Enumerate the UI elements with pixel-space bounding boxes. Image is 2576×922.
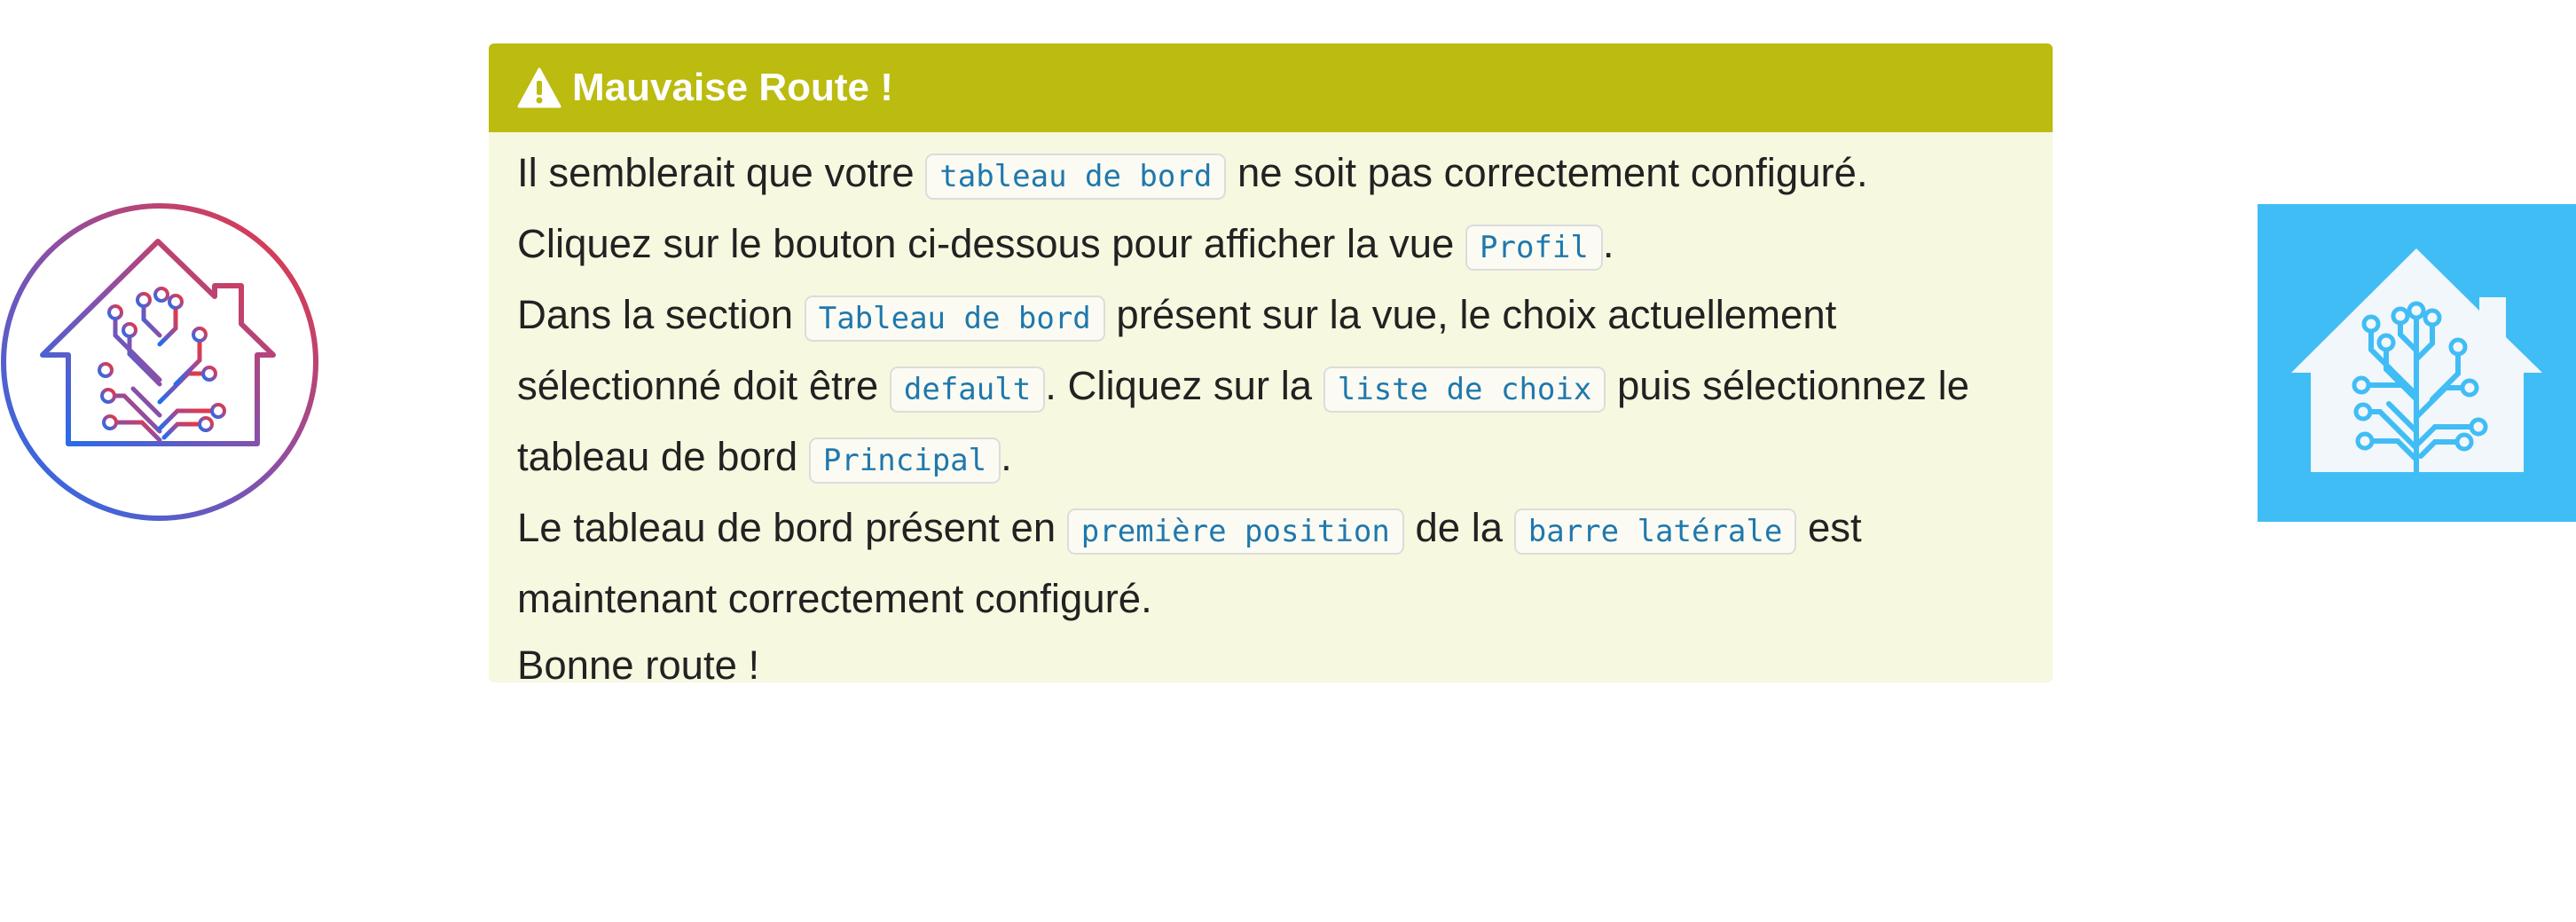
code-sidebar: barre latérale <box>1513 508 1797 555</box>
paragraph-first-position: Le tableau de bord présent en première p… <box>517 494 2024 565</box>
alert-body: Il semblerait que votre tableau de bord … <box>489 132 2053 682</box>
code-profile: Profil <box>1465 225 1603 271</box>
alert-title: Mauvaise Route ! <box>572 66 893 109</box>
page: Mauvaise Route ! Il semblerait que votre… <box>0 0 2576 922</box>
code-dashboard: tableau de bord <box>925 154 1227 200</box>
paragraph-first-position-line2: maintenant correctement configuré. <box>517 576 1152 621</box>
home-assistant-blue-logo-icon <box>2258 204 2576 522</box>
code-default: default <box>889 366 1046 413</box>
warning-triangle-icon <box>517 67 562 108</box>
paragraph-dashboard-section-line3: tableau de bord Principal. <box>517 423 2024 494</box>
paragraph-good-luck: Bonne route ! <box>517 642 760 682</box>
paragraph-dashboard-misconfigured: Il semblerait que votre tableau de bord … <box>517 139 2024 210</box>
code-dashboard-section: Tableau de bord <box>804 296 1105 342</box>
code-principal: Principal <box>808 437 1001 484</box>
code-choice-list: liste de choix <box>1323 366 1606 413</box>
home-assistant-gradient-logo-icon <box>1 203 318 521</box>
alert-header: Mauvaise Route ! <box>489 43 2053 132</box>
code-first-position: première position <box>1066 508 1404 555</box>
wrong-route-alert: Mauvaise Route ! Il semblerait que votre… <box>489 43 2053 682</box>
paragraph-click-profile: Cliquez sur le bouton ci-dessous pour af… <box>517 210 2024 281</box>
paragraph-dashboard-section-line2: sélectionné doit être default. Cliquez s… <box>517 352 2024 423</box>
paragraph-dashboard-section: Dans la section Tableau de bord présent … <box>517 281 2024 352</box>
